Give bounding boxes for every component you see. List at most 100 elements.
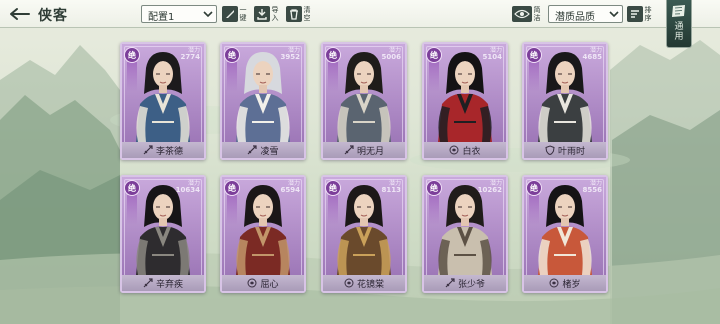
hero-name-bar: 张少爷: [424, 275, 506, 291]
sword-icon: [344, 145, 354, 155]
hero-card[interactable]: 绝 潜力 10634 辛弃疾: [120, 175, 206, 293]
chevron-down-icon: [609, 11, 619, 18]
one-click-button[interactable]: 一键: [222, 4, 247, 24]
rank-badge: 绝: [325, 180, 341, 196]
hero-name: 凌雪: [260, 146, 279, 157]
hero-name: 楮岁: [562, 279, 581, 290]
hero-name: 叶雨时: [557, 146, 585, 157]
page-title: 侠客: [38, 8, 68, 24]
clear-label: 清空: [303, 6, 311, 22]
power-value: 6594: [280, 186, 300, 194]
hero-name-bar: 李茶德: [122, 142, 204, 158]
rank-badge: 绝: [224, 47, 240, 63]
power-value: 5006: [381, 53, 401, 61]
one-click-label: 一键: [239, 6, 247, 22]
rank-badge: 绝: [426, 180, 442, 196]
rank-ribbon: [127, 62, 137, 92]
power-value: 3952: [280, 53, 300, 61]
hero-name-bar: 屈心: [222, 275, 304, 291]
hero-card[interactable]: 绝 潜力 4685 叶雨时: [522, 42, 608, 160]
rank-ribbon: [127, 195, 137, 225]
hero-name-bar: 叶雨时: [524, 142, 606, 158]
back-arrow-icon: [10, 8, 30, 20]
hero-name: 李茶德: [155, 146, 183, 157]
power-display: 潜力 5006: [382, 47, 401, 61]
hero-card[interactable]: 绝 潜力 6594 屈心: [220, 175, 306, 293]
power-display: 潜力 8556: [583, 180, 602, 194]
rank-badge: 绝: [526, 47, 542, 63]
rank-ribbon: [328, 195, 338, 225]
sword-icon: [143, 145, 153, 155]
power-display: 潜力 2774: [181, 47, 200, 61]
power-display: 潜力 4685: [583, 47, 602, 61]
power-value: 10262: [477, 186, 502, 194]
hero-card[interactable]: 绝 潜力 8113 花镜棠: [321, 175, 407, 293]
simple-view-button[interactable]: 简洁: [512, 4, 541, 24]
rank-badge: 绝: [124, 180, 140, 196]
hero-name: 花镜棠: [356, 279, 384, 290]
hero-card[interactable]: 绝 潜力 5104 白衣: [422, 42, 508, 160]
hero-card[interactable]: 绝 潜力 2774 李茶德: [120, 42, 206, 160]
hero-card[interactable]: 绝 潜力 3952 凌雪: [220, 42, 306, 160]
rank-ribbon: [529, 62, 539, 92]
rank-badge: 绝: [124, 47, 140, 63]
power-display: 潜力 8113: [382, 180, 401, 194]
power-display: 潜力 10262: [478, 180, 502, 194]
hero-card[interactable]: 绝 潜力 10262 张少爷: [422, 175, 508, 293]
rank-ribbon: [429, 62, 439, 92]
shield-icon: [545, 145, 555, 155]
power-value: 2774: [180, 53, 200, 61]
rank-badge: 绝: [325, 47, 341, 63]
sort-button[interactable]: 排序: [627, 4, 652, 24]
back-button[interactable]: [6, 4, 32, 24]
preset-select[interactable]: 配置1: [141, 5, 217, 23]
brush-icon: [222, 6, 238, 22]
trash-icon: [286, 6, 302, 22]
power-value: 5104: [482, 53, 502, 61]
hero-name-bar: 明无月: [323, 142, 405, 158]
rank-ribbon: [227, 195, 237, 225]
import-label: 导入: [271, 6, 279, 22]
sword-icon: [445, 278, 455, 288]
import-icon: [254, 6, 270, 22]
clear-button[interactable]: 清空: [286, 4, 311, 24]
quality-filter-select[interactable]: 潜质品质: [548, 5, 623, 23]
import-button[interactable]: 导入: [254, 4, 279, 24]
rank-badge: 绝: [224, 180, 240, 196]
circle-icon: [449, 145, 459, 155]
power-value: 8556: [582, 186, 602, 194]
sort-icon: [627, 6, 643, 22]
rank-badge: 绝: [526, 180, 542, 196]
chevron-down-icon: [203, 11, 213, 18]
circle-icon: [549, 278, 559, 288]
preset-select-value: 配置1: [148, 12, 175, 23]
general-tab-button[interactable]: 通用: [666, 0, 692, 48]
top-bar: 侠客 配置1 一键 导入 清空 简洁 潜质品质 排序: [0, 0, 720, 28]
hero-name: 辛弃疾: [155, 279, 183, 290]
hero-name: 明无月: [356, 146, 384, 157]
rank-ribbon: [529, 195, 539, 225]
circle-icon: [344, 278, 354, 288]
rank-badge: 绝: [426, 47, 442, 63]
scroll-book-icon: [672, 5, 685, 17]
sort-label: 排序: [644, 6, 652, 22]
hero-name-bar: 花镜棠: [323, 275, 405, 291]
hero-name: 屈心: [260, 279, 279, 290]
circle-icon: [247, 278, 257, 288]
hero-name-bar: 辛弃疾: [122, 275, 204, 291]
power-display: 潜力 5104: [483, 47, 502, 61]
hero-name-bar: 楮岁: [524, 275, 606, 291]
simple-view-label: 简洁: [533, 6, 541, 22]
sword-icon: [143, 278, 153, 288]
hero-card[interactable]: 绝 潜力 8556 楮岁: [522, 175, 608, 293]
hero-name: 张少爷: [457, 279, 485, 290]
power-display: 潜力 6594: [281, 180, 300, 194]
hero-card[interactable]: 绝 潜力 5006 明无月: [321, 42, 407, 160]
rank-ribbon: [429, 195, 439, 225]
rank-ribbon: [227, 62, 237, 92]
hero-name-bar: 白衣: [424, 142, 506, 158]
power-value: 4685: [582, 53, 602, 61]
general-tab-label: 通用: [674, 22, 684, 42]
power-display: 潜力 10634: [176, 180, 200, 194]
quality-filter-value: 潜质品质: [555, 12, 595, 23]
